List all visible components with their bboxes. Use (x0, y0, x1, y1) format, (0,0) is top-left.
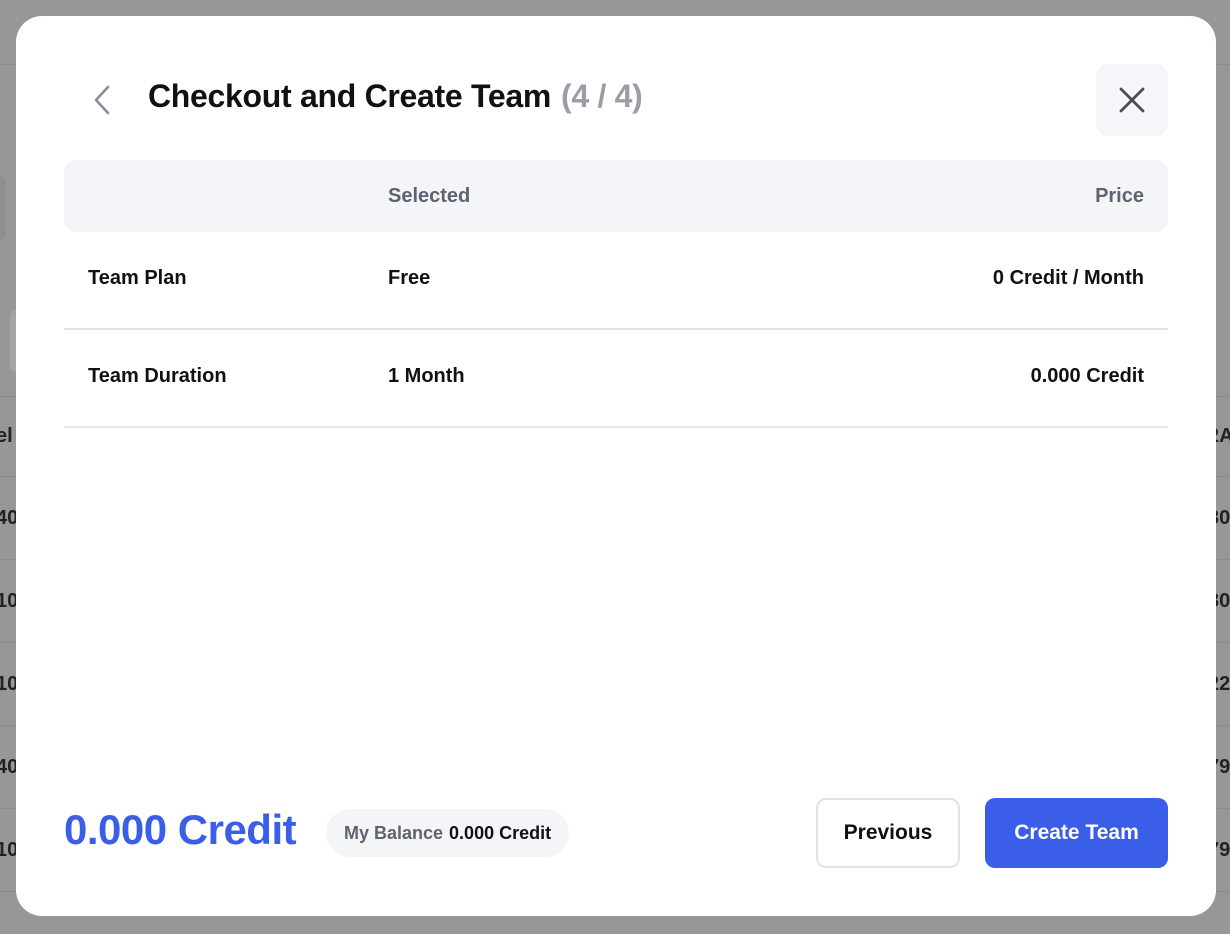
step-indicator: (4 / 4) (561, 78, 643, 114)
balance-label: My Balance (344, 822, 444, 843)
table-row: Team Duration 1 Month 0.000 Credit (64, 330, 1168, 428)
table-header: Selected Price (64, 160, 1168, 232)
modal-title-text: Checkout and Create Team (148, 78, 551, 114)
modal-title: Checkout and Create Team (4 / 4) (148, 78, 643, 115)
table-row: Team Plan Free 0 Credit / Month (64, 232, 1168, 330)
back-button[interactable] (86, 84, 118, 116)
balance-value: 0.000 Credit (449, 822, 552, 843)
row-item-label: Team Plan (88, 267, 187, 289)
close-icon (1119, 87, 1145, 113)
balance-badge: My Balance 0.000 Credit (326, 809, 570, 857)
row-selected-value: 1 Month (388, 365, 465, 387)
create-team-button[interactable]: Create Team (985, 798, 1168, 868)
previous-button[interactable]: Previous (816, 798, 960, 868)
checkout-modal: Checkout and Create Team (4 / 4) Selected… (16, 16, 1216, 916)
chevron-left-icon (94, 85, 110, 115)
row-price: 0 Credit / Month (992, 267, 1144, 289)
close-button[interactable] (1096, 64, 1168, 136)
column-header-price: Price (1095, 185, 1144, 207)
column-header-selected: Selected (388, 185, 471, 207)
row-selected-value: Free (388, 267, 431, 289)
row-item-label: Team Duration (88, 365, 227, 387)
background-panel (0, 176, 6, 240)
background-table-cell: el (0, 425, 13, 447)
total-price: 0.000 Credit (64, 806, 297, 853)
row-price: 0.000 Credit (1030, 365, 1144, 387)
